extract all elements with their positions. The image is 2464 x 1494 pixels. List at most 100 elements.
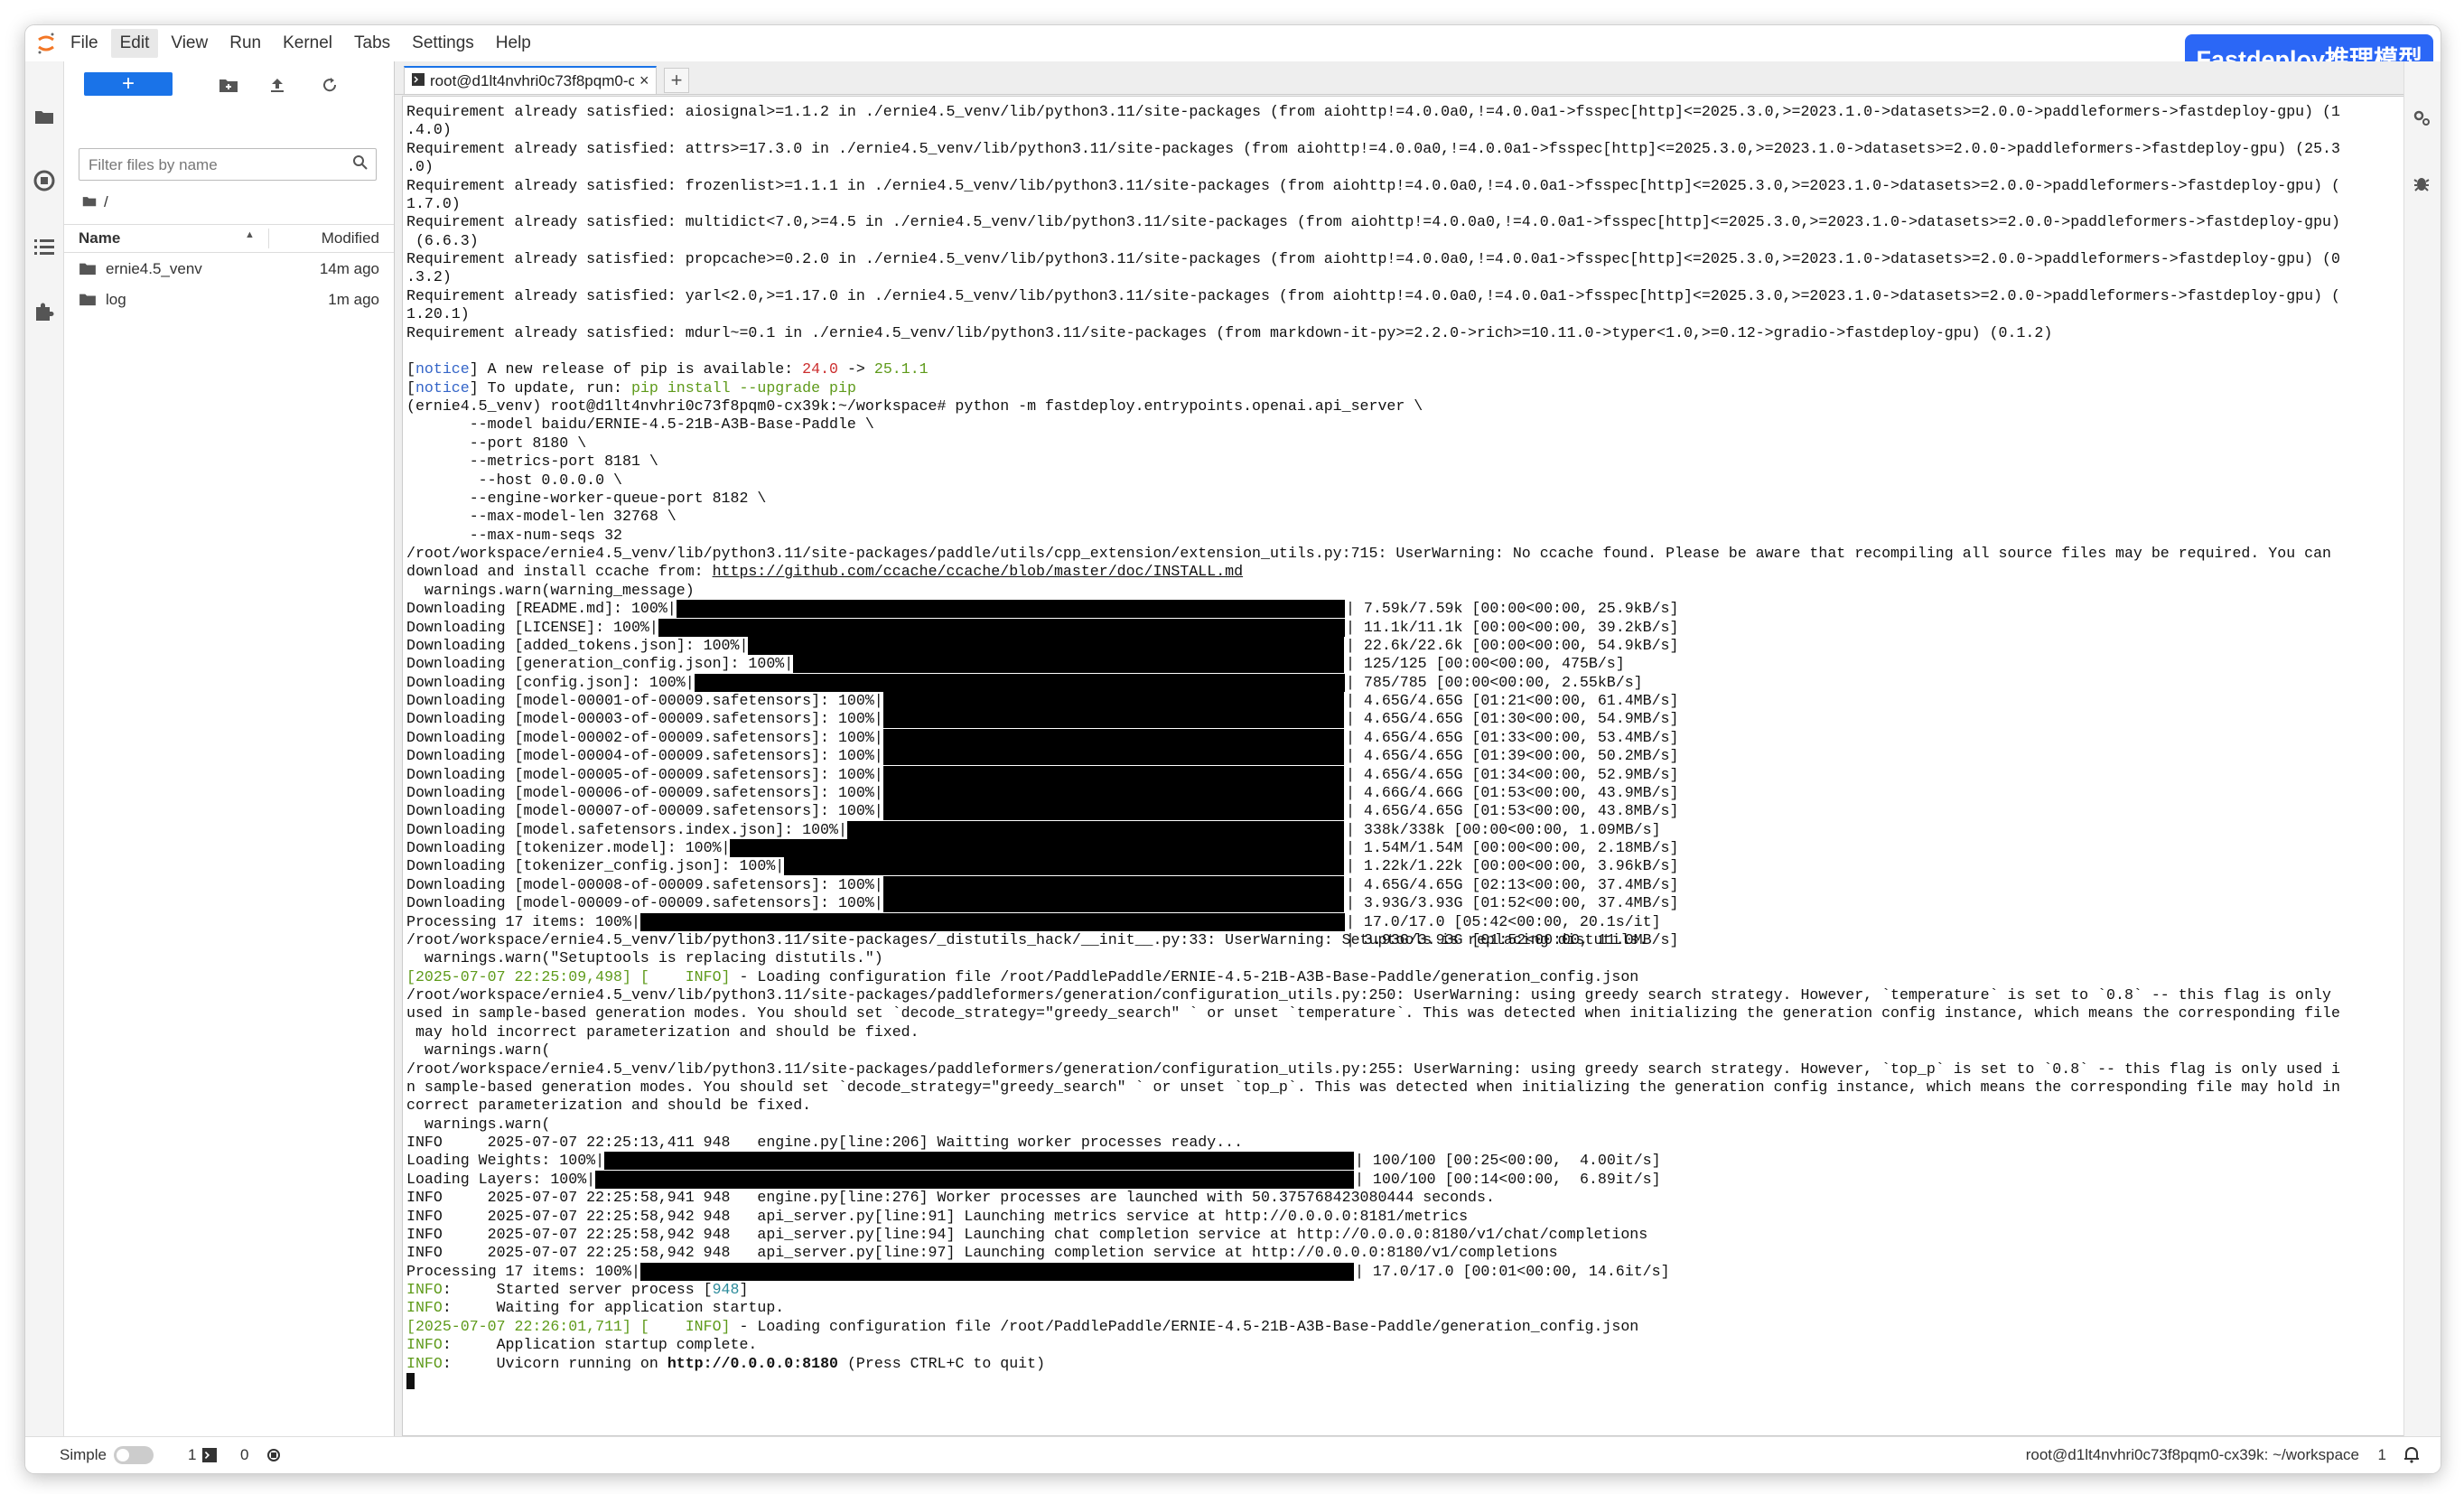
terminal-line: INFO 2025-07-07 22:25:58,941 948 engine.… [406,1189,1495,1207]
file-list-item[interactable]: log 1m ago [64,285,394,314]
server-url[interactable]: http://0.0.0.0:8180 [667,1355,838,1372]
terminal-line: 1.7.0) [406,194,461,212]
terminal-output[interactable]: Requirement already satisfied: aiosignal… [402,96,2425,1436]
terminal-line: --metrics-port 8181 \ [406,453,658,471]
folder-icon [79,292,97,311]
column-modified-header[interactable]: Modified [322,229,379,247]
terminal-count[interactable]: 1 [188,1446,196,1464]
progress-line: Loading Weights: 100%| | 100/100 [00:25<0… [406,1152,2340,1171]
log-text: - Loading configuration file /root/Paddl… [730,967,1639,985]
menu-tabs[interactable]: Tabs [345,29,399,58]
progress-line: Downloading [model-00003-of-00009.safete… [406,710,2340,729]
column-name-header[interactable]: Name [79,229,120,247]
kernel-status-icon[interactable] [266,1447,282,1468]
progress-stats: | 4.65G/4.65G [01:30<00:00, 54.9MB/s] [1346,710,1679,728]
terminal-line: .3.2) [406,268,452,286]
menu-run[interactable]: Run [220,29,270,58]
menu-help[interactable]: Help [487,29,540,58]
add-tab-button[interactable]: + [664,68,689,93]
progress-bar-fill [882,692,1344,710]
progress-line: Processing 17 items: 100%| | 17.0/17.0 [0… [406,1262,2340,1281]
progress-stats: | 4.65G/4.65G [01:39<00:00, 50.2MB/s] [1346,747,1679,765]
extensions-tab-icon[interactable] [29,296,60,327]
uvicorn-line: INFO: Uvicorn running on http://0.0.0.0:… [406,1354,1046,1372]
progress-bar-fill [882,783,1344,802]
ccache-install-link[interactable]: https://github.com/ccache/ccache/blob/ma… [713,563,1244,580]
menu-settings[interactable]: Settings [403,29,483,58]
terminal-tab-title: root@d1lt4nvhri0c73f8pqm0-cx39k: ~/works… [430,71,634,89]
progress-stats: | 4.65G/4.65G [02:13<00:00, 37.4MB/s] [1346,875,1679,893]
terminal-line: Requirement already satisfied: frozenlis… [406,176,2340,194]
uvicorn-text: Started server process [ [451,1281,713,1298]
progress-bar-fill [882,765,1344,784]
upload-icon[interactable] [265,72,290,98]
file-filter-input[interactable] [87,153,334,178]
terminal-line: /root/workspace/ernie4.5_venv/lib/python… [406,545,2331,562]
progress-label: Processing 17 items: 100%| [406,1262,640,1280]
uvicorn-text: (Press CTRL+C to quit) [838,1354,1046,1372]
breadcrumb: / [82,193,108,211]
terminal-line: warnings.warn( [406,1115,551,1133]
terminal-tab[interactable]: root@d1lt4nvhri0c73f8pqm0-cx39k: ~/works… [404,66,657,94]
menu-file[interactable]: File [61,29,107,58]
terminal-line: Requirement already satisfied: aiosignal… [406,103,2340,120]
kernel-count[interactable]: 0 [240,1446,248,1464]
breadcrumb-root[interactable]: / [104,193,108,211]
progress-label: Downloading [generation_config.json]: 10… [406,655,794,673]
menu-view[interactable]: View [162,29,217,58]
terminal-line: Requirement already satisfied: attrs>=17… [406,139,2340,157]
refresh-icon[interactable] [317,72,342,98]
menu-kernel[interactable]: Kernel [274,29,341,58]
jupyter-logo-icon [31,25,61,61]
uvicorn-text: Application startup complete. [451,1336,758,1354]
property-inspector-gear-icon[interactable] [2406,103,2437,134]
info-tag: INFO [406,1336,443,1354]
terminal-line: .4.0) [406,121,452,139]
progress-stats: | 4.65G/4.65G [01:34<00:00, 52.9MB/s] [1346,765,1679,783]
terminal-cursor [406,1373,415,1390]
prompt-line [406,1373,2340,1391]
pip-old-version: 24.0 [802,360,839,378]
progress-label: Downloading [model-00006-of-00009.safete… [406,783,883,801]
progress-line: Downloading [tokenizer_config.json]: 100… [406,857,2340,876]
file-name: log [106,291,126,308]
simple-mode-label: Simple [60,1446,107,1463]
progress-label: Downloading [tokenizer.model]: 100%| [406,839,731,856]
debugger-bug-icon[interactable] [2406,168,2437,199]
progress-line: Loading Layers: 100%| | 100/100 [00:14<00… [406,1170,2340,1189]
progress-line: Downloading [config.json]: 100%| | 785/78… [406,673,2340,692]
file-list-header: Name ▲ Modified [64,224,394,253]
new-folder-icon[interactable] [216,72,241,98]
menu-edit[interactable]: Edit [110,29,159,58]
terminal-line: warnings.warn("Setuptools is replacing d… [406,949,883,967]
progress-label: Downloading [model-00005-of-00009.safete… [406,765,883,783]
progress-stats: | 100/100 [00:25<00:00, 4.00it/s] [1355,1152,1661,1170]
progress-label: Downloading [tokenizer_config.json]: 100… [406,857,785,875]
notification-count[interactable]: 1 [2378,1446,2386,1464]
progress-label: Downloading [README.md]: 100%| [406,600,677,618]
progress-line: Downloading [model-00008-of-00009.safete… [406,875,2340,894]
progress-stats: | 17.0/17.0 [05:42<00:00, 20.1s/it] [1346,912,1661,930]
terminal-line: Requirement already satisfied: multidict… [406,213,2340,231]
running-tab-icon[interactable] [29,165,60,196]
terminal-line: may hold incorrect parameterization and … [406,1022,919,1041]
notification-bell-icon[interactable] [2403,1445,2421,1468]
terminal-line: warnings.warn( [406,1041,551,1060]
close-tab-icon[interactable]: × [639,71,649,90]
progress-stats: | 17.0/17.0 [00:01<00:00, 14.6it/s] [1355,1262,1670,1280]
progress-line: Downloading [tokenizer.model]: 100%| | 1.… [406,839,2340,857]
progress-bar-fill [882,747,1344,766]
new-launcher-button[interactable]: + [84,71,173,96]
progress-bar-fill [882,728,1344,747]
folder-tab-icon[interactable] [29,101,60,132]
column-divider[interactable] [268,229,269,248]
toc-tab-icon[interactable] [29,231,60,262]
terminal-line: Requirement already satisfied: mdurl~=0.… [406,323,2053,341]
uvicorn-line: INFO: Started server process [948] [406,1281,749,1298]
breadcrumb-folder-icon[interactable] [82,193,97,211]
simple-mode-toggle[interactable] [114,1446,154,1464]
progress-line: Downloading [model-00006-of-00009.safete… [406,783,2340,802]
file-list-item[interactable]: ernie4.5_venv 14m ago [64,255,394,284]
terminal-status-icon[interactable] [202,1448,217,1467]
pip-notice-line: [notice] A new release of pip is availab… [406,360,929,378]
